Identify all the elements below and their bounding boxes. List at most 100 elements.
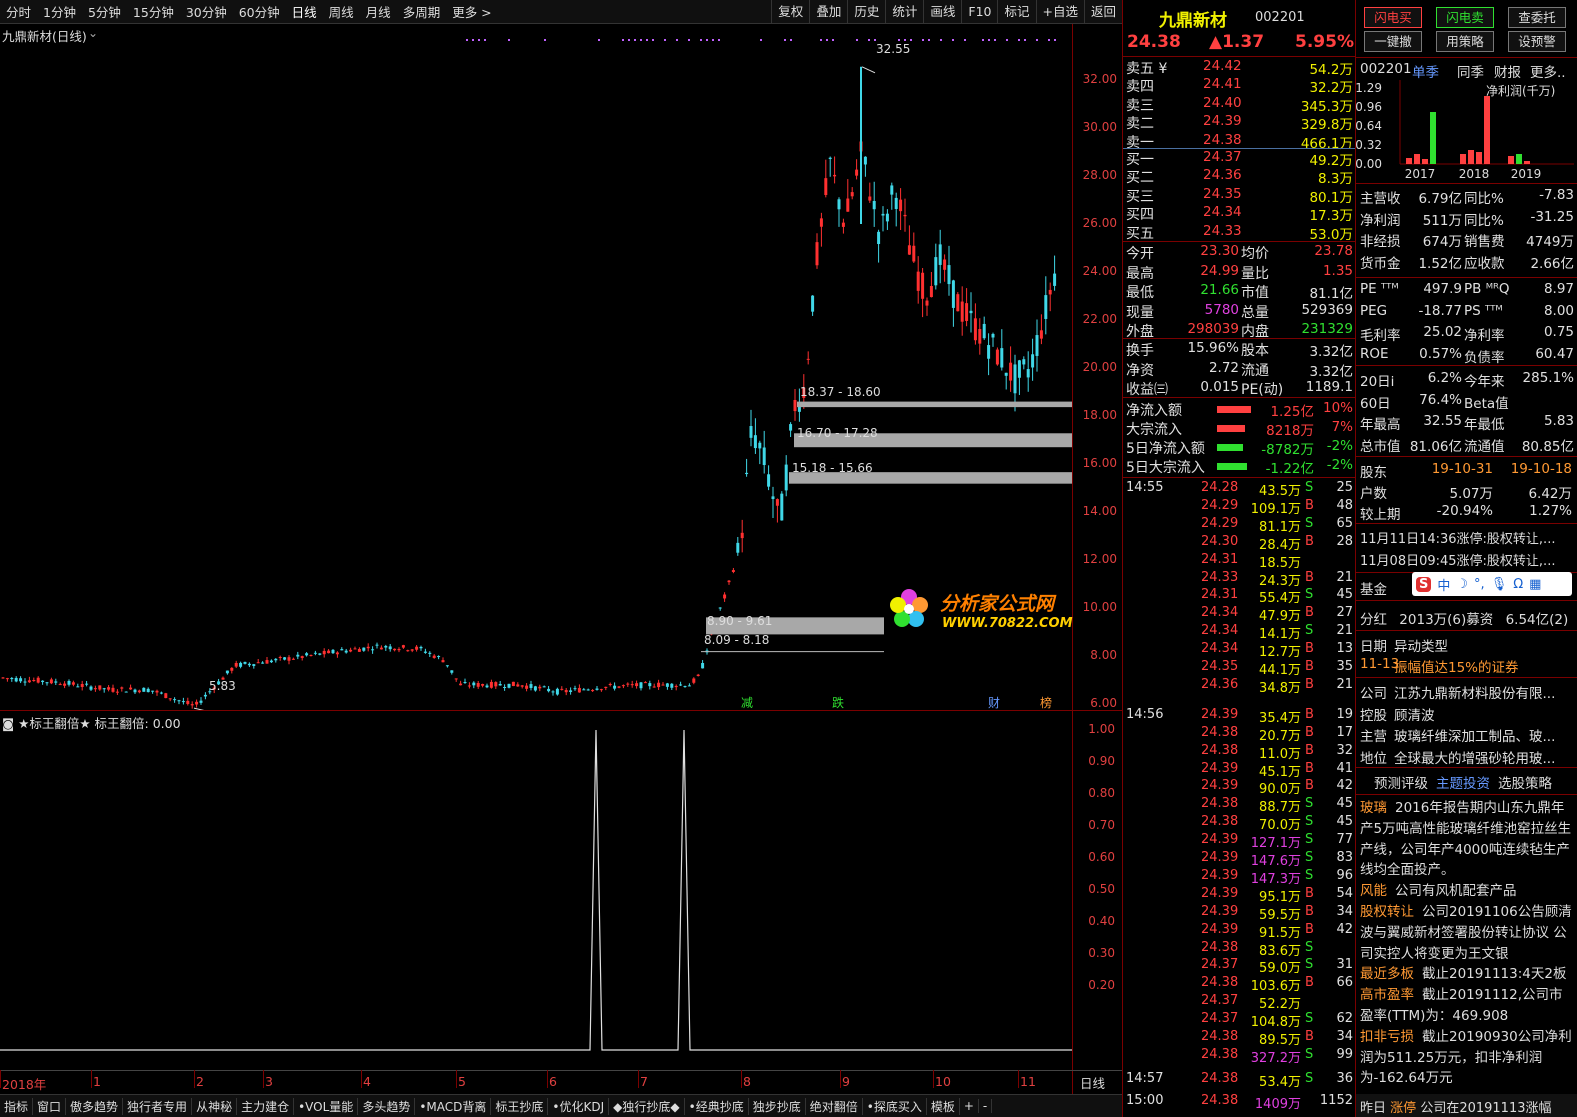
cancel-all-button[interactable]: 一键撤 [1364, 31, 1422, 52]
indicator-tab[interactable]: 模板 [927, 1097, 960, 1115]
period-5min[interactable]: 5分钟 [82, 2, 127, 21]
tick-volume: 11.0万 [1259, 746, 1301, 762]
mic-icon[interactable]: 🎙 [1491, 577, 1508, 592]
f10-label: Beta值 [1464, 395, 1509, 412]
tick-list[interactable]: 14:55 24.28 43.5万 S 25 24.29 109.1万 B 48 24.29 81.… [1123, 478, 1356, 1117]
marker-finance[interactable]: 财 [988, 694, 1000, 711]
marker-list[interactable]: 榜 [1040, 694, 1052, 711]
period-60min[interactable]: 60分钟 [233, 2, 286, 21]
link-forecast[interactable]: 预测评级 [1374, 772, 1428, 792]
tab-financial-report[interactable]: 财报 [1494, 61, 1521, 81]
indicator-tab[interactable]: 窗口 [33, 1097, 67, 1115]
history-button[interactable]: 历史 [847, 0, 885, 24]
ask-price[interactable]: 24.40 [1203, 95, 1242, 111]
statistics-button[interactable]: 统计 [885, 0, 923, 24]
back-button[interactable]: 返回 [1083, 0, 1122, 24]
link-strategy[interactable]: 选股策略 [1498, 772, 1552, 792]
indicator-tab[interactable]: •MACD背离 [415, 1097, 492, 1115]
f10-button[interactable]: F10 [961, 0, 997, 24]
company-value[interactable]: 玻璃纤维深加工制品、玻... [1394, 725, 1555, 745]
stat-value: 3.32亿 [1309, 363, 1353, 380]
theme-tag[interactable]: 最近多板 [1360, 966, 1414, 982]
event-type[interactable]: 振幅值达15%的证券 [1394, 656, 1519, 676]
indicator-tab[interactable]: 指标 [0, 1097, 34, 1115]
overlay-button[interactable]: 叠加 [809, 0, 847, 24]
flash-sell-button[interactable]: 闪电卖 [1436, 7, 1494, 28]
bid-price[interactable]: 24.35 [1203, 186, 1242, 202]
indicator-tab[interactable]: •经典抄底 [685, 1097, 749, 1115]
period-15min[interactable]: 15分钟 [127, 2, 180, 21]
theme-tag[interactable]: 股权转让 [1360, 904, 1414, 920]
indicator-tab[interactable]: + [960, 1099, 979, 1113]
indicator-tab[interactable]: 从神秘 [192, 1097, 238, 1115]
indicator-tab[interactable]: - [979, 1099, 993, 1113]
ask-price[interactable]: 24.42 [1203, 58, 1242, 74]
company-value[interactable]: 全球最大的增强砂轮用玻... [1394, 747, 1555, 767]
flash-buy-button[interactable]: 闪电买 [1364, 7, 1422, 28]
company-value[interactable]: 顾清波 [1394, 704, 1435, 724]
skin-icon[interactable]: Ω [1513, 577, 1523, 592]
indicator-tab[interactable]: 傲多趋势 [66, 1097, 124, 1115]
marker-reduce[interactable]: 减 [741, 694, 753, 711]
indicator-tab[interactable]: •探底买入 [863, 1097, 927, 1115]
indicator-tab[interactable]: •优化KDJ [548, 1097, 610, 1115]
moon-icon[interactable]: ☽ [1456, 577, 1468, 592]
indicator-tab[interactable]: 独行者专用 [123, 1097, 193, 1115]
candle-body [696, 674, 700, 676]
punct-icon[interactable]: °, [1474, 577, 1485, 592]
mark-button[interactable]: 标记 [997, 0, 1035, 24]
indicator-tab[interactable]: 主力建仓 [237, 1097, 295, 1115]
bid-price[interactable]: 24.37 [1203, 149, 1242, 165]
check-orders-button[interactable]: 查委托 [1508, 7, 1566, 28]
tab-single-quarter[interactable]: 单季 [1412, 61, 1439, 81]
set-alert-button[interactable]: 设预警 [1508, 31, 1566, 52]
marker-drop[interactable]: 跌 [832, 694, 844, 711]
bid-price[interactable]: 24.36 [1203, 167, 1242, 183]
theme-tag[interactable]: 扣非亏损 [1360, 1029, 1414, 1045]
ask-price[interactable]: 24.39 [1203, 113, 1242, 129]
ask-price[interactable]: 24.38 [1203, 132, 1242, 148]
news-item-2[interactable]: 11月08日09:45涨停:股权转让,... [1360, 550, 1555, 569]
ask-price[interactable]: 24.41 [1203, 76, 1242, 92]
period-multi[interactable]: 多周期 [397, 2, 447, 21]
theme-tag[interactable]: 风能 [1360, 883, 1387, 899]
link-theme[interactable]: 主题投资 [1436, 772, 1490, 792]
bid-price[interactable]: 24.34 [1203, 204, 1242, 220]
restore-rights-button[interactable]: 复权 [771, 0, 809, 24]
theme-tag[interactable]: 高市盈率 [1360, 987, 1414, 1003]
grid-icon[interactable]: ▦ [1529, 577, 1541, 592]
period-1min[interactable]: 1分钟 [37, 2, 82, 21]
event-type-header: 异动类型 [1394, 639, 1448, 655]
ime-toolbar[interactable]: S 中 ☽ °, 🎙 Ω ▦ [1412, 572, 1572, 596]
tab-same-quarter[interactable]: 同季 [1457, 61, 1484, 81]
indicator-tab[interactable]: 独步抄底 [749, 1097, 806, 1115]
stat-value: 23.30 [1200, 243, 1239, 259]
tick-price: 24.31 [1201, 551, 1239, 567]
indicator-tab[interactable]: ◆独行抄底◆ [609, 1097, 685, 1115]
use-strategy-button[interactable]: 用策略 [1436, 31, 1494, 52]
holder-value: 5.07万 [1449, 486, 1493, 502]
company-value[interactable]: 江苏九鼎新材料股份有限... [1394, 682, 1555, 702]
add-watchlist-button[interactable]: +自选 [1035, 0, 1084, 24]
indicator-tab[interactable]: •VOL量能 [294, 1097, 359, 1115]
news-item-1[interactable]: 11月11日14:36涨停:股权转让,... [1360, 528, 1555, 547]
period-weekly[interactable]: 周线 [323, 2, 360, 21]
indicator-tab[interactable]: 绝对翻倍 [806, 1097, 863, 1115]
period-timeshare[interactable]: 分时 [0, 2, 37, 21]
period-30min[interactable]: 30分钟 [180, 2, 233, 21]
theme-tag[interactable]: 玻璃 [1360, 800, 1387, 816]
support-zone [797, 401, 1072, 408]
axis-period-label[interactable]: 日线 [1080, 1073, 1105, 1092]
chart-area[interactable]: 九鼎新材(日线) ⌄ 32.00 30.00 28.00 26.00 24.00 22.0… [0, 24, 1122, 1094]
period-more[interactable]: 更多 > [446, 2, 497, 21]
indicator-tab[interactable]: 标王抄底 [491, 1097, 549, 1115]
draw-line-button[interactable]: 画线 [923, 0, 961, 24]
period-monthly[interactable]: 月线 [360, 2, 397, 21]
period-daily[interactable]: 日线 [286, 2, 323, 21]
sogou-s-icon[interactable]: S [1416, 576, 1432, 592]
tick-side: B [1305, 742, 1314, 758]
tab-more[interactable]: 更多.. [1530, 61, 1566, 81]
bid-price[interactable]: 24.33 [1203, 223, 1242, 239]
chinese-mode-icon[interactable]: 中 [1437, 575, 1450, 594]
indicator-tab[interactable]: 多头趋势 [358, 1097, 416, 1115]
